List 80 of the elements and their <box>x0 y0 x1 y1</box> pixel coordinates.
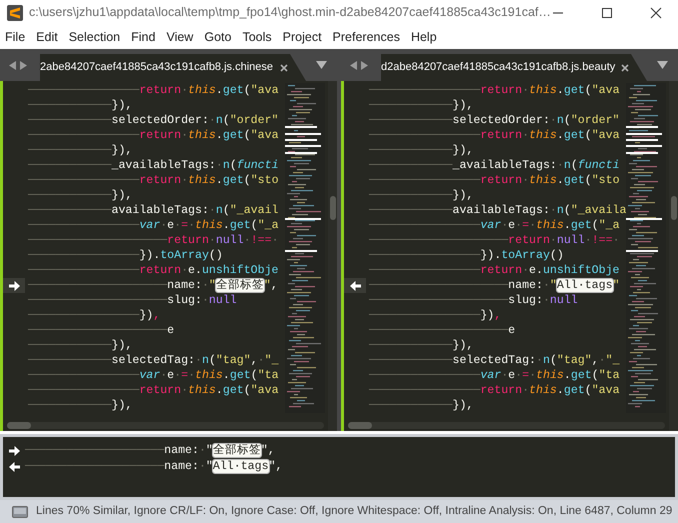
close-icon[interactable] <box>280 64 288 72</box>
menu-item[interactable]: Project <box>282 28 322 46</box>
file-tab[interactable]: 2abe84207caef41885ca43c191cafb8.js.chinese <box>40 54 306 81</box>
tab-left-icon[interactable] <box>9 60 16 70</box>
code-line: ────────────────────slug:·null <box>369 293 578 308</box>
vertical-scrollbar[interactable] <box>328 81 337 431</box>
maximize-icon[interactable] <box>601 6 613 18</box>
code-line: ────────────────return·this.get("ava <box>369 83 620 98</box>
menu-item[interactable]: Tools <box>242 28 272 46</box>
panel-toggle-icon[interactable] <box>12 506 28 518</box>
code-line: ────────────────return·this.get("ava <box>369 383 620 398</box>
arrow-right-icon <box>8 280 20 290</box>
code-line: ────────────────────slug:·null <box>28 293 237 308</box>
arrow-left-icon <box>8 462 20 472</box>
code-line: ────────────availableTags:·n("_avail <box>28 203 279 218</box>
code-line: ────────────selectedOrder:·n("order" <box>369 113 620 128</box>
code-line: ────────────────────name:·"全部标签", <box>28 278 278 293</box>
code-line: ────────────}), <box>369 338 474 353</box>
status-text: Lines 70% Similar, Ignore CR/LF: On, Ignore Case: Off, Ignore Whitespace: Off, Intraline Analysis: On, Line 6487, Column 29 <box>36 504 672 519</box>
tab-right-icon[interactable] <box>361 60 368 70</box>
code-line: ────────────────return·this.get("sto <box>28 173 279 188</box>
menu-item[interactable]: Preferences <box>332 28 400 46</box>
code-line: ────────────────}).toArray() <box>369 248 564 263</box>
code-line: ────────────────return·this.get("ava <box>369 128 620 143</box>
code-line: ────────────selectedTag:·n("tag",·"_ <box>369 353 620 368</box>
tab-right-icon[interactable] <box>20 60 27 70</box>
menu-item[interactable]: Edit <box>36 28 58 46</box>
code-line: ────────────────var·e·=·this.get("ta <box>28 368 279 383</box>
code-line: ────────────}), <box>28 143 132 158</box>
code-line: ────────────}), <box>369 188 474 203</box>
code-line: ────────────}), <box>369 98 474 113</box>
close-icon[interactable] <box>621 64 629 72</box>
code-line: ────────────────return·this.get("ava <box>28 383 279 398</box>
horizontal-scrollbar[interactable] <box>7 422 324 428</box>
menu-item[interactable]: Goto <box>204 28 232 46</box>
menu-item[interactable]: Help <box>410 28 437 46</box>
code-line: ────────────────}).toArray() <box>28 248 223 263</box>
code-line: ────────────selectedTag:·n("tag",·"_ <box>28 353 279 368</box>
code-line: ────────────selectedOrder:·n("order" <box>28 113 279 128</box>
code-line: ────────────_availableTags:·n(functi <box>28 158 279 173</box>
window-title: c:\users\jzhu1\appdata\local\temp\tmp_fpo14\ghost.min-d2abe84207caef41885ca43c191caf… <box>29 4 551 22</box>
code-line: ────────────────return·e.unshiftObje <box>28 263 278 278</box>
code-line: ────────────}), <box>369 398 474 413</box>
code-line: ────────────────var·e·=·this.get("_a <box>369 218 620 233</box>
code-line: ────────────}), <box>28 398 132 413</box>
code-line: ────────────────}), <box>369 308 502 323</box>
code-line: ────────────────────return·null·!==· <box>369 233 620 248</box>
diff-line: ────────────────────name:·"All·tags", <box>25 459 282 475</box>
vertical-scrollbar[interactable] <box>669 81 678 431</box>
code-line: ────────────────return·this.get("ava <box>28 83 279 98</box>
code-line: ────────────}), <box>369 143 474 158</box>
close-icon[interactable] <box>650 6 662 18</box>
code-line: ────────────}), <box>28 338 132 353</box>
code-line: ────────────────────return·null·!==· <box>28 233 279 248</box>
menu-item[interactable]: View <box>166 28 194 46</box>
code-line: ────────────────return·e.unshiftObje <box>369 263 620 278</box>
file-tab[interactable]: d2abe84207caef41885ca43c191cafb8.js.beauty <box>381 54 647 81</box>
menu-item[interactable]: Find <box>131 28 156 46</box>
code-line: ────────────_availableTags:·n(functi <box>369 158 620 173</box>
arrow-right-icon <box>8 446 20 456</box>
menu-item[interactable]: Selection <box>68 28 120 46</box>
code-line: ────────────}), <box>28 98 132 113</box>
tab-left-icon[interactable] <box>350 60 357 70</box>
app-logo-icon <box>7 4 23 20</box>
code-line: ────────────────var·e·=·this.get("ta <box>369 368 620 383</box>
code-line: ────────────availableTags:·n("_availa <box>369 203 626 218</box>
diff-line: ────────────────────name:·"全部标签", <box>25 443 275 459</box>
code-line: ────────────────}), <box>28 308 160 323</box>
code-line: ────────────────────e <box>369 323 516 338</box>
dropdown-icon[interactable] <box>657 61 668 69</box>
code-line: ────────────────return·this.get("sto <box>369 173 620 188</box>
menu-item[interactable]: File <box>5 28 26 46</box>
code-line: ────────────}), <box>28 188 132 203</box>
arrow-left-icon <box>350 280 360 290</box>
code-line: ────────────────var·e·=·this.get("_a <box>28 218 279 233</box>
horizontal-scrollbar[interactable] <box>348 422 665 428</box>
code-line: ────────────────return·this.get("ava <box>28 128 279 143</box>
dropdown-icon[interactable] <box>316 61 327 69</box>
code-line: ────────────────────e <box>28 323 174 338</box>
code-line: ────────────────────name:·"All·tags" <box>369 278 620 293</box>
